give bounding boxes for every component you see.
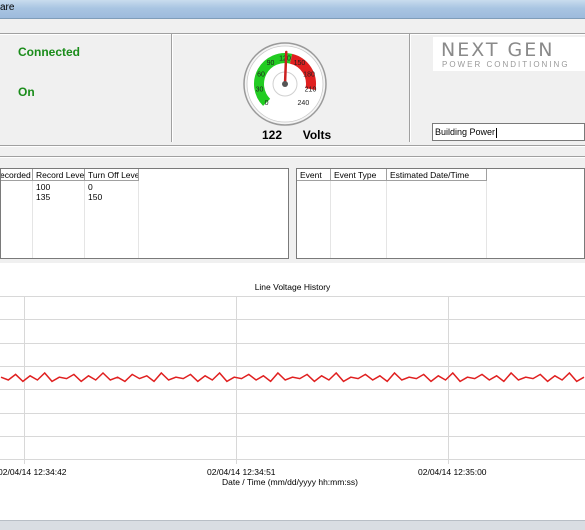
levels-cell: 100	[36, 182, 51, 192]
window-title-bar[interactable]: are	[0, 0, 585, 19]
location-input-value: Building Power	[435, 127, 496, 137]
events-header-date[interactable]: Estimated Date/Time	[387, 169, 487, 181]
levels-col-line	[138, 181, 139, 258]
window-title: are	[0, 2, 15, 13]
gauge-tick-label: 90	[267, 60, 275, 67]
gauge-divider	[409, 34, 411, 142]
voltage-series-line	[0, 371, 585, 383]
levels-col-line	[32, 181, 33, 258]
status-divider	[171, 34, 173, 142]
events-table[interactable]: Event Event Type Estimated Date/Time	[296, 168, 585, 259]
events-header-event-type[interactable]: Event Type	[331, 169, 387, 181]
x-tick-label: 02/04/14 12:34:51	[207, 467, 276, 477]
levels-col-line	[84, 181, 85, 258]
gauge-tick-label: 240	[298, 100, 310, 107]
company-logo: NEXT GEN POWER CONDITIONING	[433, 37, 585, 71]
gauge-tick-label: 180	[303, 72, 315, 79]
levels-header-recorded[interactable]: ecorded	[1, 169, 33, 181]
x-tick-label: 02/04/14 12:35:00	[418, 467, 487, 477]
levels-header-turn-off-level[interactable]: Turn Off Level	[85, 169, 139, 181]
levels-table[interactable]: ecorded Record Level Turn Off Level 100 …	[0, 168, 289, 259]
top-panel-border	[0, 33, 585, 35]
connection-status: Connected	[18, 45, 81, 59]
gauge-tick-label: 210	[305, 87, 317, 94]
gauge-tick-label: 0	[265, 100, 269, 107]
voltage-gauge: 0306090120150180210240	[243, 42, 327, 126]
logo-sub-text: POWER CONDITIONING	[442, 60, 570, 69]
x-axis-label: Date / Time (mm/dd/yyyy hh:mm:ss)	[221, 477, 359, 487]
levels-header-record-level[interactable]: Record Level	[33, 169, 85, 181]
levels-cell: 150	[88, 192, 103, 202]
levels-cell: 0	[88, 182, 93, 192]
gauge-tick-label: 60	[257, 72, 265, 79]
chart-title: Line Voltage History	[254, 282, 331, 292]
voltage-value: 122	[262, 128, 283, 142]
events-col-line	[330, 181, 331, 258]
events-col-line	[486, 181, 487, 258]
events-header-event[interactable]: Event	[297, 169, 331, 181]
top-panel-bottom	[0, 145, 585, 147]
location-input[interactable]: Building Power	[432, 123, 585, 141]
tables-top-border	[0, 156, 585, 158]
voltage-readout: 122 Volts	[262, 128, 331, 142]
x-tick-label: 02/04/14 12:34:42	[0, 467, 67, 477]
gauge-needle	[283, 50, 288, 86]
gauge-tick-label: 30	[256, 87, 264, 94]
events-col-line	[386, 181, 387, 258]
text-caret	[496, 127, 498, 138]
gauge-tick-label: 150	[294, 60, 306, 67]
power-status: On	[18, 85, 35, 99]
line-voltage-chart	[0, 296, 585, 464]
levels-cell: 135	[36, 192, 51, 202]
voltage-unit: Volts	[302, 128, 332, 142]
logo-main-text: NEXT GEN	[441, 39, 555, 61]
